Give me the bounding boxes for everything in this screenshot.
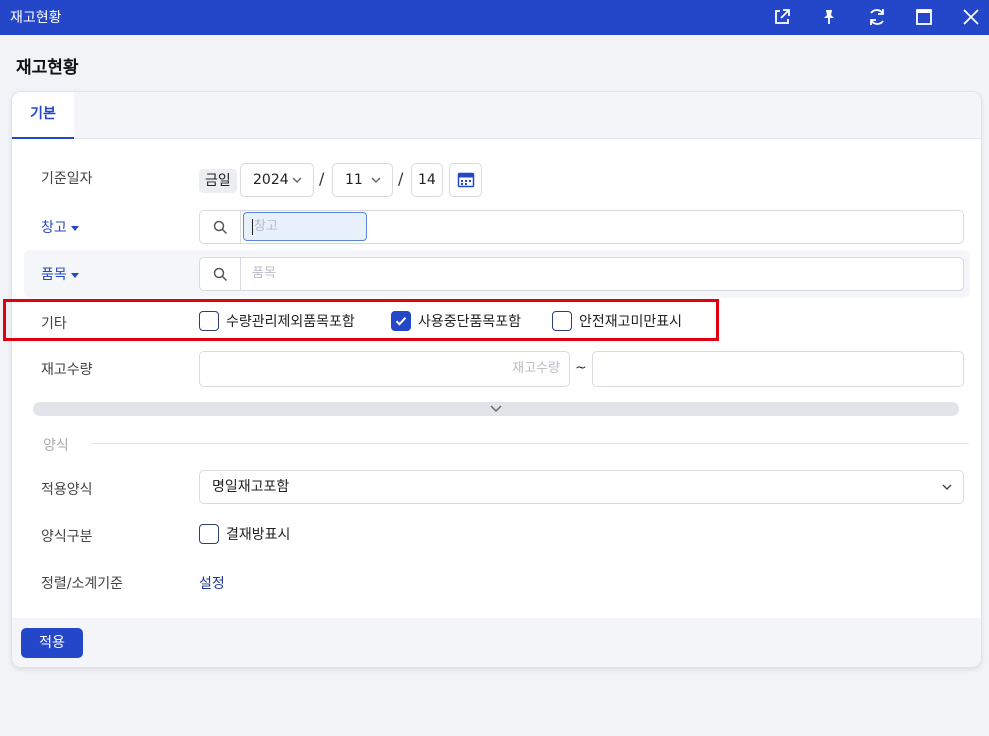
window-titlebar: 재고현황 [0, 0, 989, 35]
item-label[interactable]: 품목 [41, 264, 79, 284]
warehouse-label[interactable]: 창고 [41, 217, 79, 237]
apply-format-select[interactable]: 명일재고포함 [199, 470, 964, 504]
chevron-down-icon [371, 177, 381, 183]
chevron-down-icon [942, 484, 952, 490]
search-icon[interactable] [200, 211, 241, 243]
pin-icon[interactable] [817, 5, 841, 29]
checkbox-approval-display[interactable]: 결재방표시 [199, 524, 290, 544]
date-separator: / [319, 169, 325, 188]
section-divider [91, 443, 969, 444]
caret-down-icon [70, 225, 79, 231]
card-footer: 적용 [12, 618, 981, 667]
text-cursor [252, 218, 253, 235]
day-input[interactable]: 14 [411, 163, 443, 197]
checkbox-label: 결재방표시 [226, 527, 291, 543]
calendar-icon [457, 172, 474, 188]
search-icon[interactable] [200, 258, 241, 290]
item-label-text: 품목 [41, 267, 67, 283]
maximize-icon[interactable] [912, 5, 936, 29]
stock-qty-label: 재고수량 [41, 362, 93, 378]
tab-bar: 기본 [12, 92, 981, 139]
stock-qty-to-input[interactable] [592, 351, 964, 387]
stock-qty-from-input[interactable]: 재고수량 [199, 351, 570, 387]
item-input[interactable]: 품목 [252, 258, 276, 290]
today-pill[interactable]: 금일 [199, 169, 237, 193]
checkbox-box[interactable] [199, 524, 219, 544]
warehouse-input[interactable]: 창고 [243, 212, 367, 241]
warehouse-placeholder: 창고 [254, 219, 278, 234]
year-select[interactable]: 2024 [240, 163, 314, 197]
apply-format-value: 명일재고포함 [212, 479, 290, 495]
chevron-down-icon [490, 405, 502, 412]
day-value: 14 [418, 172, 436, 188]
month-value: 11 [345, 172, 363, 188]
sort-label: 정렬/소계기준 [41, 576, 123, 592]
close-icon[interactable] [959, 5, 983, 29]
stock-qty-placeholder: 재고수량 [512, 361, 560, 376]
base-date-label: 기준일자 [41, 171, 93, 187]
month-select[interactable]: 11 [332, 163, 393, 197]
range-separator: ~ [575, 360, 587, 376]
warehouse-label-text: 창고 [41, 220, 67, 236]
year-value: 2024 [253, 172, 289, 188]
chevron-down-icon [292, 177, 302, 183]
format-section-title: 양식 [43, 438, 69, 454]
warehouse-search: 창고 [199, 210, 964, 244]
window-title: 재고현황 [10, 10, 62, 26]
external-link-icon[interactable] [770, 5, 794, 29]
expand-toggle[interactable] [33, 402, 959, 416]
calendar-button[interactable] [449, 163, 482, 197]
tab-basic[interactable]: 기본 [12, 92, 74, 139]
sort-settings-link[interactable]: 설정 [199, 573, 225, 593]
highlight-box [3, 299, 719, 341]
format-type-label: 양식구분 [41, 529, 93, 545]
caret-down-icon [70, 272, 79, 278]
refresh-icon[interactable] [865, 5, 889, 29]
item-search: 품목 [199, 257, 964, 291]
apply-button[interactable]: 적용 [21, 628, 83, 658]
apply-format-label: 적용양식 [41, 482, 93, 498]
form-card: 기본 기준일자 금일 2024 / 11 / 14 창고 창고 품목 품목 기타… [11, 91, 982, 668]
date-separator: / [398, 169, 404, 188]
page-title: 재고현황 [16, 58, 79, 78]
